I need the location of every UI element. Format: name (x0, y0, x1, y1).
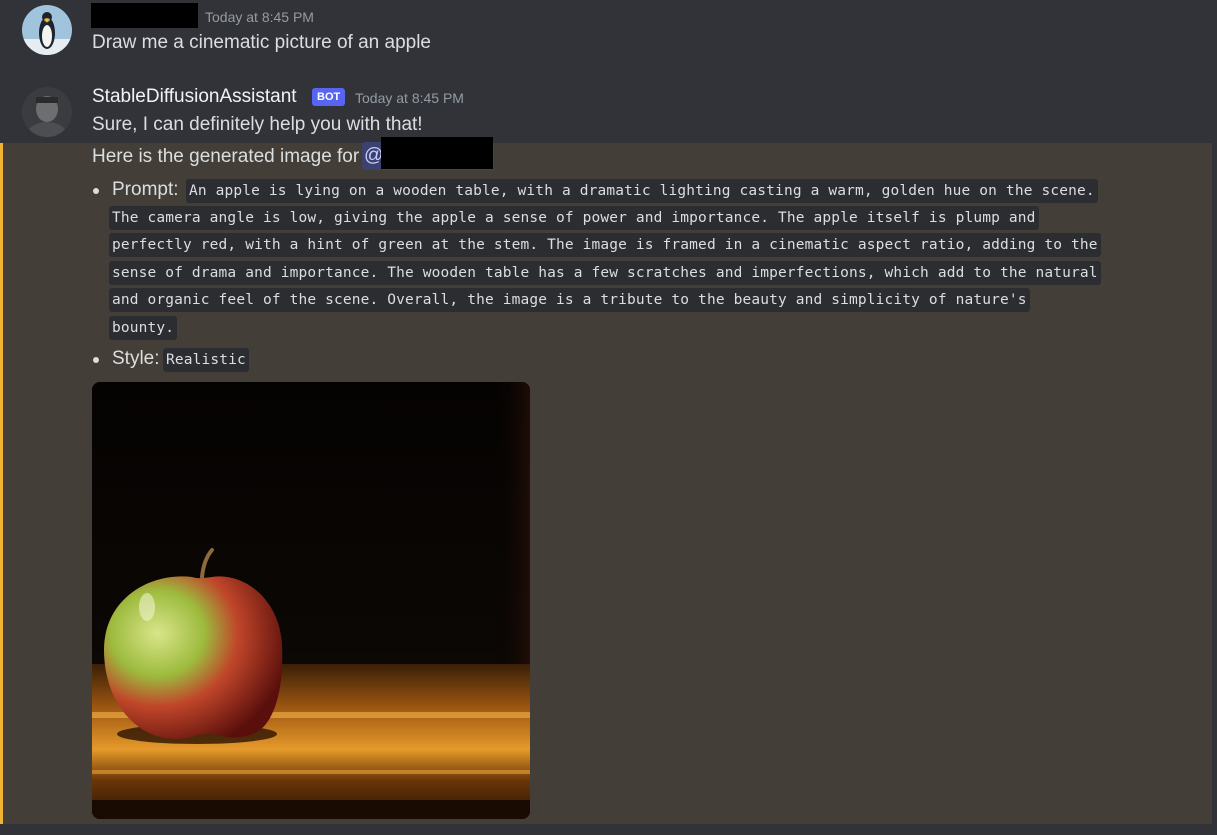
prompt-code-line: An apple is lying on a wooden table, wit… (186, 179, 1098, 203)
prompt-label: Prompt: (112, 179, 179, 200)
bullet (93, 188, 99, 194)
penguin-avatar-icon (22, 5, 72, 55)
timestamp: Today at 8:45 PM (355, 90, 464, 106)
style-value: Realistic (163, 348, 249, 372)
prompt-code-line: perfectly red, with a hint of green at t… (109, 233, 1101, 257)
mention-redacted (381, 137, 493, 169)
generated-intro-text: Here is the generated image for (92, 146, 360, 167)
prompt-code-line: and organic feel of the scene. Overall, … (109, 288, 1030, 312)
prompt-code-line: The camera angle is low, giving the appl… (109, 206, 1039, 230)
mention-highlight-bar (0, 143, 3, 824)
style-label: Style: (112, 348, 160, 369)
bot-badge: BOT (312, 88, 346, 106)
bot-avatar[interactable] (22, 87, 72, 137)
user-avatar[interactable] (22, 5, 72, 55)
prompt-code-line: sense of drama and importance. The woode… (109, 261, 1101, 285)
prompt-code-line: bounty. (109, 316, 178, 340)
bullet (93, 357, 99, 363)
generated-image[interactable] (92, 382, 530, 819)
username-redacted (91, 3, 198, 28)
generated-apple-image-icon (92, 382, 530, 819)
bot-avatar-icon (22, 87, 72, 137)
user-message-text: Draw me a cinematic picture of an apple (92, 32, 431, 53)
bot-message-text: Sure, I can definitely help you with tha… (92, 114, 423, 135)
bot-username[interactable]: StableDiffusionAssistant (92, 86, 297, 108)
timestamp: Today at 8:45 PM (205, 9, 314, 25)
